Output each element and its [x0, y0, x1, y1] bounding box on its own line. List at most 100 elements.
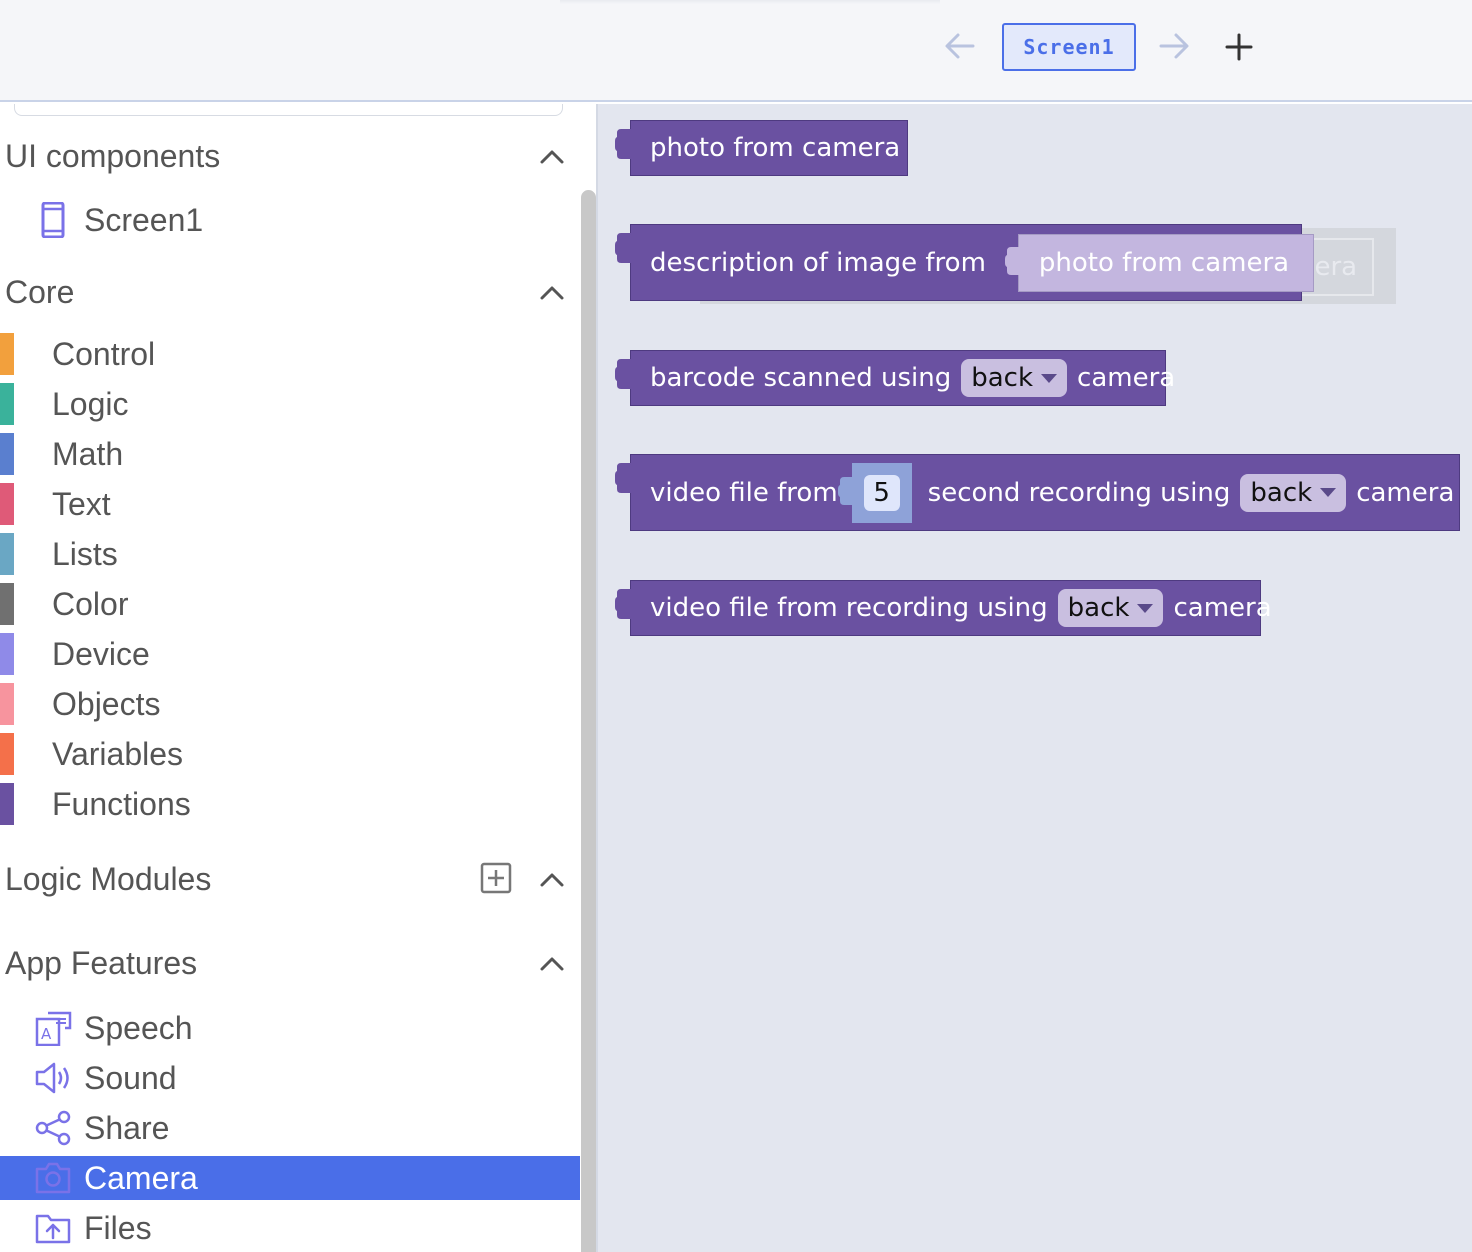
search-input[interactable] — [14, 104, 563, 116]
sidebar-item-label: Device — [52, 636, 150, 672]
screen-tab[interactable]: Screen1 — [1002, 23, 1136, 71]
block-label: description of image from — [650, 247, 986, 278]
sidebar-item-screen1[interactable]: Screen1 — [0, 195, 580, 245]
number-input-block[interactable]: 5 — [837, 462, 912, 523]
speaker-icon — [34, 1060, 72, 1096]
camera-direction-dropdown[interactable]: back — [961, 359, 1068, 397]
color-swatch — [0, 383, 14, 425]
sidebar: UI components Screen1 Core Control Logic… — [0, 104, 580, 1252]
add-module-icon[interactable] — [480, 862, 512, 894]
sidebar-item-files[interactable]: Files — [0, 1203, 580, 1252]
svg-text:A: A — [41, 1025, 52, 1043]
sidebar-item-sound[interactable]: Sound — [0, 1053, 580, 1103]
sidebar-item-label: Functions — [52, 786, 191, 822]
block-connector-icon — [615, 359, 633, 389]
color-swatch — [0, 783, 14, 825]
duration-number-field[interactable]: 5 — [863, 474, 900, 511]
video-recording-block[interactable]: video file from recording using back cam… — [615, 580, 1272, 636]
block-connector-icon — [837, 476, 854, 505]
share-icon — [34, 1110, 72, 1146]
chevron-down-icon — [1041, 373, 1058, 383]
speech-icon: A — [34, 1010, 72, 1047]
sidebar-item-label: Variables — [52, 736, 184, 772]
sidebar-item-label: Sound — [84, 1060, 177, 1096]
dropdown-value: back — [971, 363, 1034, 393]
chevron-up-icon[interactable] — [538, 869, 566, 889]
sidebar-item-label: Files — [84, 1210, 152, 1246]
sidebar-item-objects[interactable]: Objects — [0, 679, 580, 729]
color-swatch — [0, 483, 14, 525]
sidebar-item-variables[interactable]: Variables — [0, 729, 580, 779]
block-connector-icon — [1004, 246, 1021, 275]
sidebar-item-label: Speech — [84, 1010, 193, 1046]
block-label: barcode scanned using — [650, 363, 952, 393]
section-title-core: Core — [5, 274, 75, 310]
describe-image-block[interactable]: description of image from photo from cam… — [615, 224, 1315, 301]
sidebar-item-speech[interactable]: A Speech — [0, 1003, 580, 1053]
sidebar-item-control[interactable]: Control — [0, 329, 580, 379]
sidebar-item-label: Share — [84, 1110, 170, 1146]
top-shadow — [560, 0, 940, 4]
dropdown-value: back — [1067, 593, 1130, 623]
chevron-up-icon[interactable] — [538, 282, 566, 302]
block-label: video file from recording using — [650, 593, 1048, 623]
sidebar-item-label: Text — [52, 486, 111, 522]
block-label: camera — [1173, 593, 1272, 623]
video-timed-recording-block[interactable]: video file from 5 second recording using… — [615, 454, 1460, 531]
photo-from-camera-inner-block[interactable]: photo from camera — [1004, 233, 1315, 292]
camera-direction-dropdown[interactable]: back — [1057, 589, 1164, 627]
block-label: camera — [1356, 477, 1455, 508]
section-title-app-features: App Features — [5, 945, 198, 981]
photo-from-camera-block[interactable]: photo from camera — [615, 120, 908, 176]
block-label: camera — [1077, 363, 1176, 393]
chevron-up-icon[interactable] — [538, 146, 566, 166]
block-label: photo from camera — [650, 133, 901, 163]
chevron-up-icon[interactable] — [538, 953, 566, 973]
color-swatch — [0, 533, 14, 575]
sidebar-scrollbar-thumb[interactable] — [581, 190, 596, 1252]
color-swatch — [0, 333, 14, 375]
color-swatch — [0, 433, 14, 475]
block-connector-icon — [615, 589, 633, 619]
section-title-ui-components: UI components — [5, 138, 221, 174]
sidebar-item-label: Screen1 — [84, 202, 204, 238]
sidebar-item-label: Logic — [52, 386, 129, 422]
arrow-left-icon[interactable] — [942, 28, 978, 64]
plus-icon[interactable] — [1222, 30, 1256, 64]
sidebar-item-logic[interactable]: Logic — [0, 379, 580, 429]
folder-upload-icon — [34, 1210, 72, 1246]
block-connector-icon — [615, 463, 633, 493]
block-connector-icon — [615, 233, 633, 263]
sidebar-item-math[interactable]: Math — [0, 429, 580, 479]
sidebar-item-lists[interactable]: Lists — [0, 529, 580, 579]
section-title-logic-modules: Logic Modules — [5, 861, 212, 897]
color-swatch — [0, 683, 14, 725]
sidebar-item-label: Lists — [52, 536, 118, 572]
color-swatch — [0, 633, 14, 675]
inner-block-label: photo from camera — [1038, 247, 1290, 278]
chevron-down-icon — [1137, 603, 1154, 613]
phone-icon — [34, 201, 72, 239]
camera-direction-dropdown[interactable]: back — [1240, 473, 1347, 512]
block-label: second recording using — [927, 477, 1231, 508]
sidebar-item-device[interactable]: Device — [0, 629, 580, 679]
sidebar-item-color[interactable]: Color — [0, 579, 580, 629]
chevron-down-icon — [1320, 488, 1337, 497]
sidebar-item-text[interactable]: Text — [0, 479, 580, 529]
sidebar-item-label: Color — [52, 586, 129, 622]
sidebar-item-label: Camera — [84, 1160, 198, 1196]
sidebar-item-functions[interactable]: Functions — [0, 779, 580, 829]
sidebar-item-camera[interactable]: Camera — [0, 1156, 580, 1200]
sidebar-item-share[interactable]: Share — [0, 1103, 580, 1153]
color-swatch — [0, 733, 14, 775]
barcode-scanned-block[interactable]: barcode scanned using back camera — [615, 350, 1175, 406]
block-connector-icon — [615, 129, 633, 159]
camera-icon — [34, 1160, 72, 1196]
block-label: video file from — [650, 477, 838, 508]
dropdown-value: back — [1250, 477, 1313, 508]
sidebar-item-label: Objects — [52, 686, 161, 722]
arrow-right-icon[interactable] — [1156, 28, 1192, 64]
top-bar: Screen1 — [0, 0, 1472, 102]
sidebar-item-label: Control — [52, 336, 156, 372]
color-swatch — [0, 583, 14, 625]
